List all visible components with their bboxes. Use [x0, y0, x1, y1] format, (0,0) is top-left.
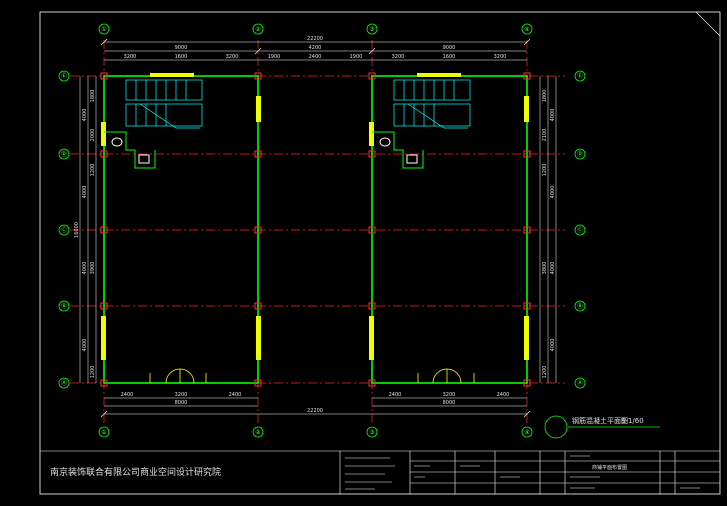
- axis-label-1: ①: [101, 26, 106, 33]
- top-bay-dim: 9000: [175, 45, 188, 51]
- bottom-seg-dim: 2400: [389, 392, 402, 398]
- bottom-bay-dim: 8000: [175, 400, 188, 406]
- company-name: 南京装饰联合有限公司商业空间设计研究院: [50, 466, 221, 478]
- left-bay-dim: 4000: [82, 186, 88, 199]
- left-detail-dim: 2000: [90, 129, 96, 142]
- axis-label-E: Ⓔ: [577, 72, 583, 80]
- top-seg-dim: 1600: [443, 54, 456, 60]
- top-seg-dim: 3200: [392, 54, 405, 60]
- right-bay-dim: 4000: [550, 262, 556, 275]
- cad-drawing: 22200 9000 4200 9000 3200 1600 3200 1900…: [39, 11, 721, 495]
- right-detail-dim: 1800: [542, 90, 548, 103]
- left-bay-dim: 4000: [82, 262, 88, 275]
- axis-label-4: ④: [524, 429, 529, 436]
- top-seg-dim: 1600: [175, 54, 188, 60]
- right-detail-dim: 2100: [542, 129, 548, 142]
- axis-label-3: ③: [369, 429, 374, 436]
- right-detail-dim: 1200: [542, 366, 548, 379]
- top-bay-dim: 4200: [309, 45, 322, 51]
- axis-label-1: ①: [101, 429, 106, 436]
- left-bay-dim: 4000: [82, 109, 88, 122]
- axis-label-4: ④: [524, 26, 529, 33]
- sheet-drawing-name: 商铺平面布置图: [592, 464, 627, 471]
- axis-label-A: Ⓐ: [577, 379, 583, 387]
- bottom-bay-dim: 8000: [443, 400, 456, 406]
- top-total-dim: 22200: [307, 36, 323, 42]
- right-detail-dim: 3800: [542, 262, 548, 275]
- top-seg-dim: 3200: [494, 54, 507, 60]
- stairs-right: [393, 79, 471, 129]
- bottom-seg-dim: 2400: [497, 392, 510, 398]
- axis-bubbles: [58, 23, 586, 438]
- frame-corner-mark: [695, 11, 721, 37]
- top-seg-dim: 1900: [268, 54, 281, 60]
- top-seg-dim: 1900: [350, 54, 363, 60]
- entry-doors: [149, 368, 475, 384]
- dimension-ticks: [100, 38, 531, 418]
- left-bay-dim: 4000: [82, 339, 88, 352]
- dimension-lines: [79, 41, 557, 415]
- axis-label-3: ③: [369, 26, 374, 33]
- stairs-left: [125, 79, 203, 129]
- axis-label-B: Ⓑ: [61, 302, 67, 310]
- right-bay-dim: 4000: [550, 339, 556, 352]
- left-detail-dim: 1200: [90, 164, 96, 177]
- toilet-left: [104, 131, 156, 169]
- axis-label-C: Ⓒ: [577, 226, 583, 234]
- bottom-seg-dim: 2400: [229, 392, 242, 398]
- axis-label-D: Ⓓ: [61, 150, 67, 158]
- bottom-seg-dim: 2400: [121, 392, 134, 398]
- windows: [101, 73, 529, 360]
- top-bay-dim: 9000: [443, 45, 456, 51]
- right-bay-dim: 4000: [550, 186, 556, 199]
- axis-label-E: Ⓔ: [61, 72, 67, 80]
- left-detail-dim: 3900: [90, 262, 96, 275]
- axis-label-A: Ⓐ: [61, 379, 67, 387]
- left-detail-dim: 1800: [90, 90, 96, 103]
- right-detail-dim: 1200: [542, 164, 548, 177]
- axis-label-D: Ⓓ: [577, 150, 583, 158]
- toilet-right: [372, 131, 424, 169]
- top-seg-dim: 3200: [226, 54, 239, 60]
- top-seg-dim: 3200: [124, 54, 137, 60]
- axis-label-B: Ⓑ: [577, 302, 583, 310]
- axis-label-2: ②: [255, 429, 261, 436]
- bottom-total-dim: 22200: [307, 408, 323, 414]
- drawing-title-bubble: [544, 415, 568, 439]
- axis-label-2: ②: [255, 26, 261, 33]
- drawing-title: 钢筋混凝土平面图: [572, 416, 628, 425]
- right-bay-dim: 4000: [550, 109, 556, 122]
- columns: [100, 72, 531, 387]
- axis-lines: [70, 40, 565, 425]
- left-detail-dim: 1200: [90, 366, 96, 379]
- bottom-seg-dim: 3200: [175, 392, 188, 398]
- bottom-seg-dim: 3200: [443, 392, 456, 398]
- left-total-dim: 16000: [74, 222, 80, 238]
- top-seg-dim: 2400: [309, 54, 322, 60]
- drawing-scale: S-1/60: [621, 417, 644, 425]
- axis-label-C: Ⓒ: [61, 226, 67, 234]
